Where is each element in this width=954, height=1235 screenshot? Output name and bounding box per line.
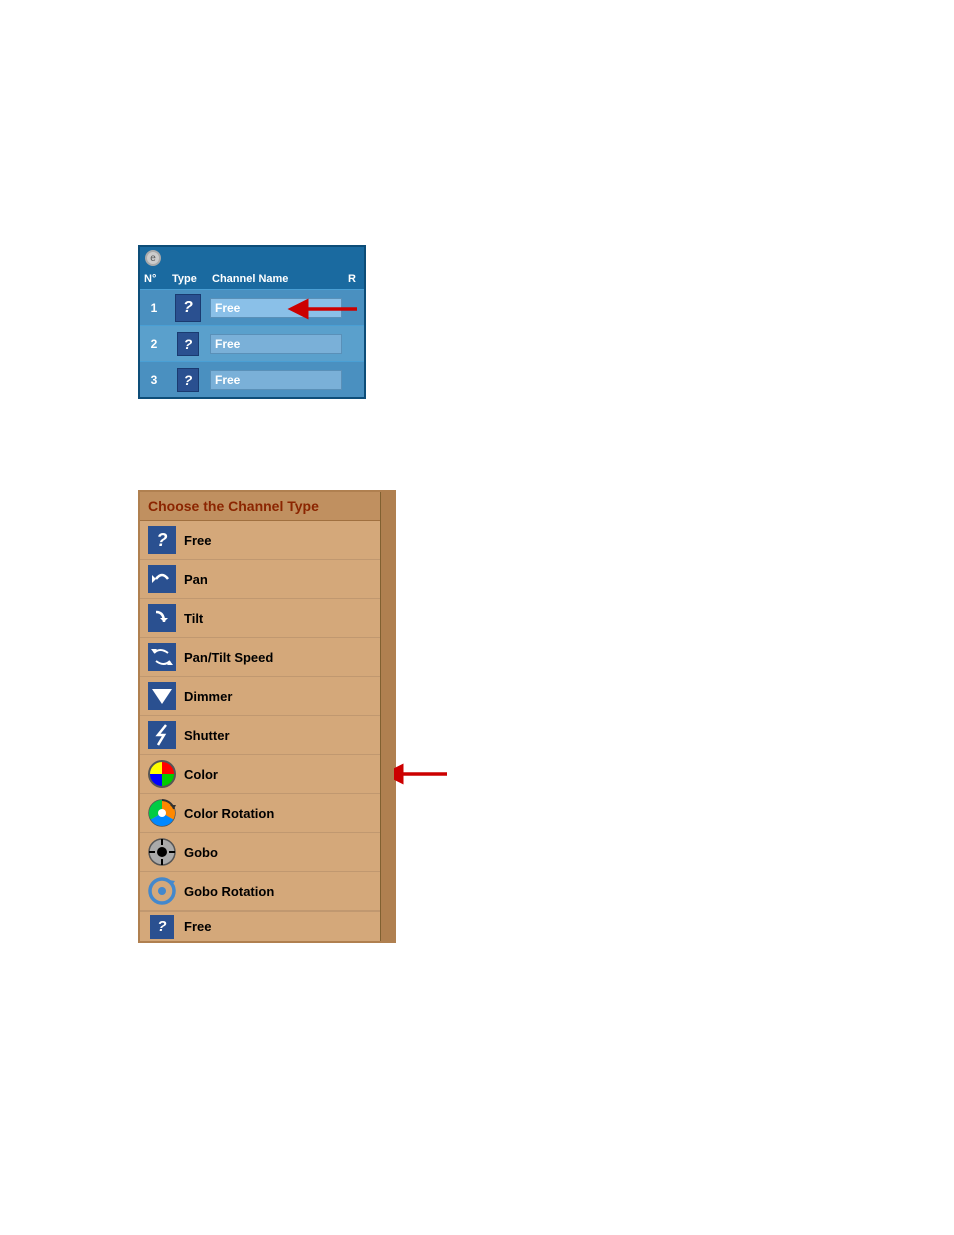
- col-r: R: [344, 272, 364, 286]
- channel-type-chooser-panel: Choose the Channel Type ? Free Pan: [138, 490, 396, 943]
- table-title-bar: e: [140, 247, 364, 269]
- channel-type-label: Pan/Tilt Speed: [184, 650, 273, 665]
- channel-type-list: ? Free Pan: [140, 521, 394, 911]
- table-row[interactable]: 3 ? Free: [140, 361, 364, 397]
- dimmer-icon: [148, 682, 176, 710]
- table-row[interactable]: 2 ? Free: [140, 325, 364, 361]
- partial-list-item: ? Free: [140, 911, 394, 941]
- color-icon: [148, 760, 176, 788]
- channel-type-label: Gobo Rotation: [184, 884, 274, 899]
- list-item[interactable]: Pan/Tilt Speed: [140, 638, 394, 677]
- list-item[interactable]: Tilt: [140, 599, 394, 638]
- channel-type-label: Dimmer: [184, 689, 232, 704]
- col-type: Type: [168, 272, 208, 286]
- question-icon: ?: [148, 913, 176, 941]
- row-type-icon: ?: [168, 330, 208, 358]
- row-type-icon: ?: [168, 366, 208, 394]
- channel-type-label: Pan: [184, 572, 208, 587]
- row-number: 2: [140, 335, 168, 353]
- channel-type-label: Shutter: [184, 728, 230, 743]
- channel-type-label: Gobo: [184, 845, 218, 860]
- question-icon: ?: [177, 332, 199, 356]
- pan-tilt-speed-icon: [148, 643, 176, 671]
- scrollbar[interactable]: [380, 492, 394, 941]
- table-header-row: N° Type Channel Name R: [140, 269, 364, 289]
- pan-icon: [148, 565, 176, 593]
- panel-header: Choose the Channel Type: [140, 492, 394, 521]
- question-icon: ?: [177, 368, 199, 392]
- red-arrow-color: [389, 765, 449, 783]
- list-item[interactable]: Dimmer: [140, 677, 394, 716]
- gobo-rotation-icon: [148, 877, 176, 905]
- channel-type-label: Free: [184, 533, 211, 548]
- row-channel-name[interactable]: Free: [210, 334, 342, 354]
- tilt-icon: [148, 604, 176, 632]
- channel-type-label: Color: [184, 767, 218, 782]
- list-item[interactable]: Gobo Rotation: [140, 872, 394, 911]
- gobo-icon: [148, 838, 176, 866]
- table-row[interactable]: 1 ? Free: [140, 289, 364, 325]
- list-item[interactable]: Color Rotation: [140, 794, 394, 833]
- panel-title: Choose the Channel Type: [148, 498, 386, 514]
- col-channel-name: Channel Name: [208, 272, 344, 286]
- row-type-icon: ?: [168, 292, 208, 324]
- col-num: N°: [140, 272, 168, 286]
- channel-type-label: Free: [184, 919, 211, 934]
- channel-type-label: Color Rotation: [184, 806, 274, 821]
- row-number: 3: [140, 371, 168, 389]
- question-icon: ?: [175, 294, 201, 322]
- shutter-icon: [148, 721, 176, 749]
- list-item[interactable]: ? Free: [140, 521, 394, 560]
- color-rotation-icon: [148, 799, 176, 827]
- channel-type-label: Tilt: [184, 611, 203, 626]
- channel-table-panel: e N° Type Channel Name R 1 ? Free 2 ? Fr…: [138, 245, 366, 399]
- question-icon: ?: [148, 526, 176, 554]
- list-item[interactable]: Gobo: [140, 833, 394, 872]
- row-number: 1: [140, 299, 168, 317]
- list-item[interactable]: Pan: [140, 560, 394, 599]
- row-channel-name[interactable]: Free: [210, 370, 342, 390]
- panel-icon: e: [145, 250, 161, 266]
- red-arrow-top: [292, 300, 357, 318]
- list-item[interactable]: Color: [140, 755, 394, 794]
- list-item[interactable]: Shutter: [140, 716, 394, 755]
